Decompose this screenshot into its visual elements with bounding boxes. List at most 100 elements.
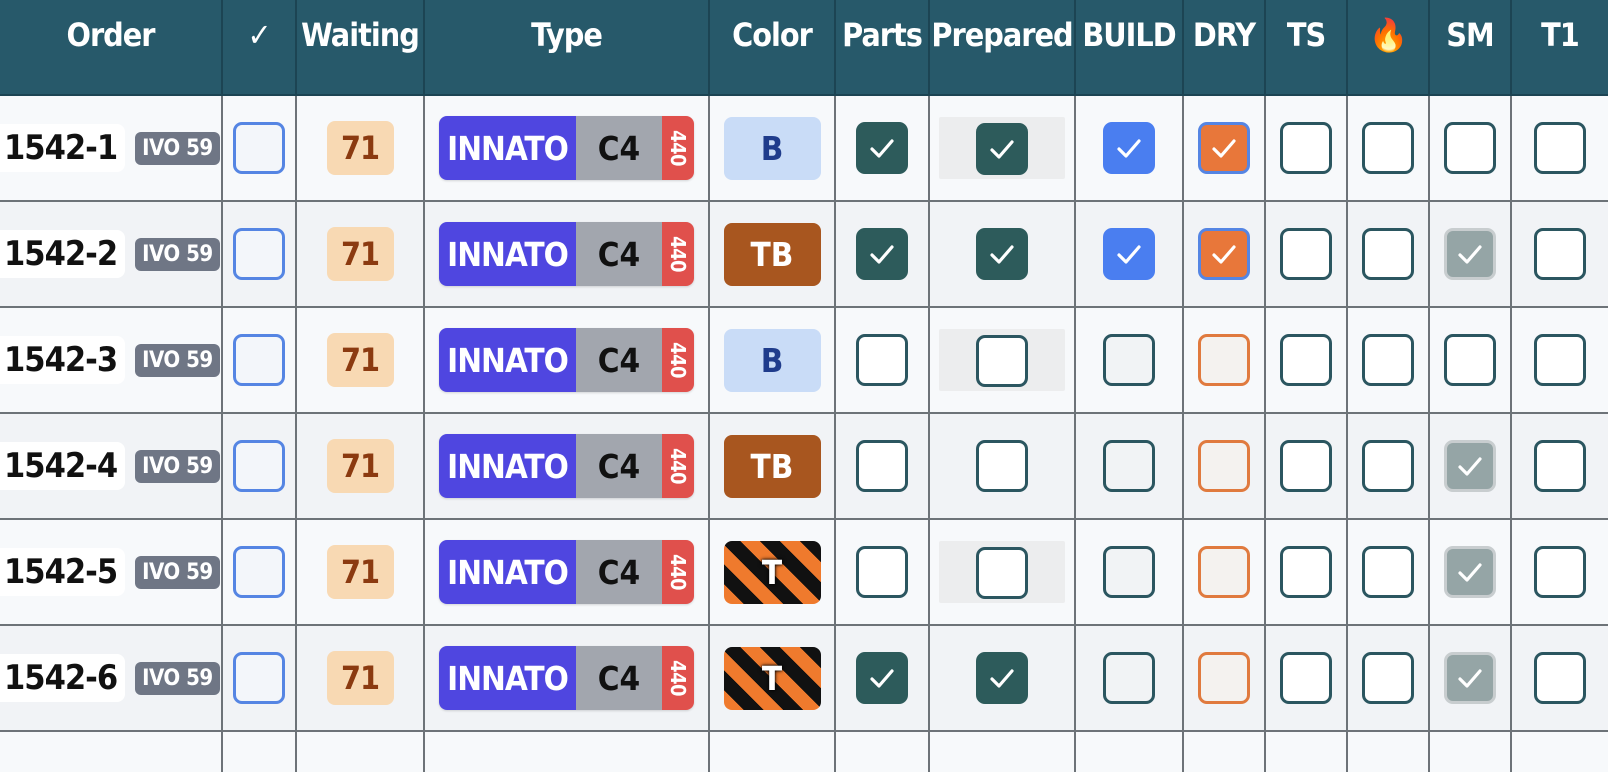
ts-checkbox[interactable] (1280, 440, 1332, 492)
table-row[interactable]: 1542-2 IVO 59 71 INNATO C4 440 TB (0, 201, 1608, 308)
table-row[interactable]: 1542-1 IVO 59 71 INNATO C4 440 B (0, 95, 1608, 202)
fire-checkbox[interactable] (1362, 334, 1414, 386)
dry-checkbox[interactable] (1198, 440, 1250, 492)
type-cell: INNATO C4 440 (424, 625, 710, 732)
header-prepared[interactable]: Prepared (929, 0, 1076, 96)
dry-cell (1183, 307, 1266, 414)
fire-cell (1347, 519, 1430, 626)
order-number[interactable]: 1542-4 (0, 442, 126, 490)
table-row[interactable]: 1542-5 IVO 59 71 INNATO C4 440 T (0, 519, 1608, 626)
type-pill: INNATO C4 440 (439, 116, 694, 180)
empty-cell (222, 731, 297, 772)
header-build[interactable]: BUILD (1075, 0, 1184, 96)
header-dry[interactable]: DRY (1183, 0, 1266, 96)
type-frequency-label: 440 (666, 235, 690, 273)
header-parts[interactable]: Parts (835, 0, 930, 96)
order-number[interactable]: 1542-3 (0, 336, 126, 384)
header-ts[interactable]: TS (1265, 0, 1348, 96)
done-checkbox[interactable] (233, 652, 285, 704)
color-pill: B (723, 328, 821, 392)
sm-checkbox[interactable] (1444, 228, 1496, 280)
order-number[interactable]: 1542-2 (0, 230, 126, 278)
sm-checkbox[interactable] (1444, 122, 1496, 174)
waiting-days: 71 (326, 227, 394, 281)
table-row[interactable]: 1542-4 IVO 59 71 INNATO C4 440 TB (0, 413, 1608, 520)
sm-cell (1429, 95, 1512, 202)
dry-checkbox[interactable] (1198, 228, 1250, 280)
waiting-cell: 71 (296, 519, 425, 626)
header-type[interactable]: Type (424, 0, 710, 96)
t1-checkbox[interactable] (1534, 228, 1586, 280)
sm-checkbox[interactable] (1444, 334, 1496, 386)
t1-cell (1511, 201, 1608, 308)
build-checkbox[interactable] (1103, 122, 1155, 174)
t1-checkbox[interactable] (1534, 122, 1586, 174)
done-cell (222, 201, 297, 308)
header-fire-icon[interactable]: 🔥 (1347, 0, 1430, 96)
prepared-cell (929, 95, 1076, 202)
fire-checkbox[interactable] (1362, 440, 1414, 492)
sm-checkbox[interactable] (1444, 546, 1496, 598)
dry-checkbox[interactable] (1198, 334, 1250, 386)
parts-checkbox[interactable] (856, 440, 908, 492)
done-checkbox[interactable] (233, 546, 285, 598)
done-checkbox[interactable] (233, 228, 285, 280)
prepared-checkbox[interactable] (976, 440, 1028, 492)
prepared-checkbox[interactable] (976, 228, 1028, 280)
prepared-checkbox[interactable] (976, 334, 1028, 387)
prepared-checkbox[interactable] (976, 652, 1028, 704)
ts-checkbox[interactable] (1280, 546, 1332, 598)
build-cell (1075, 519, 1184, 626)
order-number[interactable]: 1542-6 (0, 654, 126, 702)
build-checkbox[interactable] (1103, 334, 1155, 386)
empty-cell (1347, 731, 1430, 772)
dry-checkbox[interactable] (1198, 546, 1250, 598)
header-color[interactable]: Color (709, 0, 836, 96)
color-pill: T (723, 540, 821, 604)
parts-cell (835, 519, 930, 626)
parts-checkbox[interactable] (856, 122, 908, 174)
order-number[interactable]: 1542-5 (0, 548, 126, 596)
table-row[interactable]: 1542-6 IVO 59 71 INNATO C4 440 T (0, 625, 1608, 732)
header-waiting[interactable]: Waiting (296, 0, 425, 96)
header-t1[interactable]: T1 (1511, 0, 1608, 96)
header-sm[interactable]: SM (1429, 0, 1512, 96)
parts-checkbox[interactable] (856, 334, 908, 386)
build-checkbox[interactable] (1103, 546, 1155, 598)
fire-checkbox[interactable] (1362, 652, 1414, 704)
done-checkbox[interactable] (233, 440, 285, 492)
parts-checkbox[interactable] (856, 546, 908, 598)
dry-checkbox[interactable] (1198, 652, 1250, 704)
fire-checkbox[interactable] (1362, 122, 1414, 174)
t1-checkbox[interactable] (1534, 440, 1586, 492)
done-checkbox[interactable] (233, 122, 285, 174)
ts-checkbox[interactable] (1280, 228, 1332, 280)
sm-checkbox[interactable] (1444, 440, 1496, 492)
prepared-checkbox[interactable] (976, 546, 1028, 599)
header-done-check-icon[interactable]: ✓ (222, 0, 297, 96)
fire-checkbox[interactable] (1362, 228, 1414, 280)
build-checkbox[interactable] (1103, 652, 1155, 704)
sm-checkbox[interactable] (1444, 652, 1496, 704)
t1-checkbox[interactable] (1534, 546, 1586, 598)
ts-checkbox[interactable] (1280, 334, 1332, 386)
order-cell: 1542-3 IVO 59 (0, 307, 223, 414)
t1-checkbox[interactable] (1534, 334, 1586, 386)
waiting-cell: 71 (296, 625, 425, 732)
prepared-cell (929, 413, 1076, 520)
done-checkbox[interactable] (233, 334, 285, 386)
build-checkbox[interactable] (1103, 440, 1155, 492)
parts-checkbox[interactable] (856, 228, 908, 280)
t1-checkbox[interactable] (1534, 652, 1586, 704)
fire-checkbox[interactable] (1362, 546, 1414, 598)
build-checkbox[interactable] (1103, 228, 1155, 280)
parts-checkbox[interactable] (856, 652, 908, 704)
table-row[interactable]: 1542-3 IVO 59 71 INNATO C4 440 B (0, 307, 1608, 414)
dry-checkbox[interactable] (1198, 122, 1250, 174)
ts-checkbox[interactable] (1280, 652, 1332, 704)
order-number[interactable]: 1542-1 (0, 124, 126, 172)
ts-checkbox[interactable] (1280, 122, 1332, 174)
prepared-checkbox[interactable] (976, 122, 1028, 175)
checkmark-icon (870, 245, 894, 264)
header-order[interactable]: Order (0, 0, 223, 96)
